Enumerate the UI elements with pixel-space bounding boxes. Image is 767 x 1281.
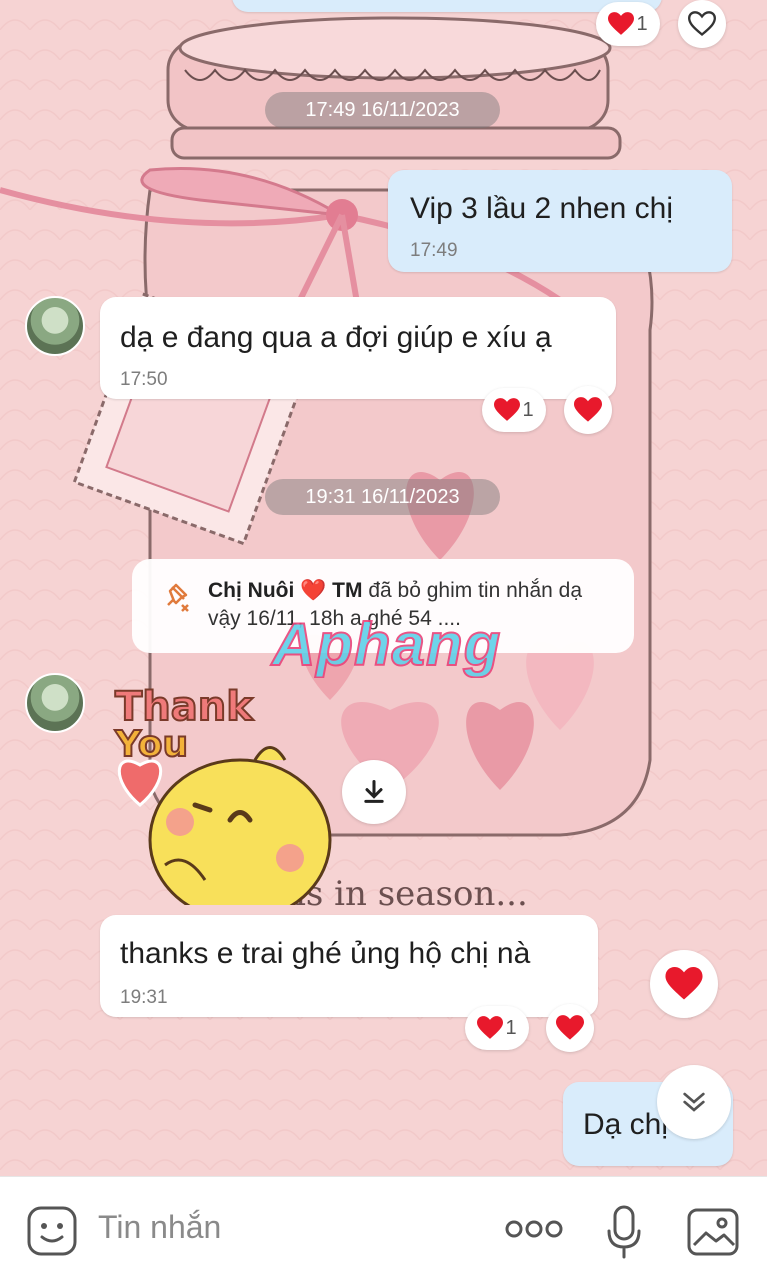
sender-name-suffix: TM bbox=[332, 579, 363, 602]
watermark: Aphang bbox=[271, 610, 502, 679]
date-separator-text: 19:31 16/11/2023 bbox=[305, 485, 460, 508]
download-icon bbox=[364, 779, 384, 803]
reaction-count-chip[interactable]: 1 bbox=[482, 388, 546, 432]
more-icon bbox=[505, 1220, 563, 1238]
avatar[interactable] bbox=[25, 673, 85, 733]
image-icon bbox=[687, 1208, 739, 1256]
avatar[interactable] bbox=[25, 296, 85, 356]
date-separator-text: 17:49 16/11/2023 bbox=[305, 98, 460, 121]
scroll-down-button[interactable] bbox=[657, 1065, 731, 1139]
incoming-message[interactable]: thanks e trai ghé ủng hộ chị nà 19:31 bbox=[100, 915, 598, 1017]
voice-button[interactable] bbox=[604, 1203, 644, 1263]
react-heart-outline-button[interactable] bbox=[678, 0, 726, 48]
partial-outgoing-bubble[interactable] bbox=[232, 0, 662, 12]
date-separator: 19:31 16/11/2023 bbox=[265, 479, 500, 515]
reaction-count-chip[interactable]: 1 bbox=[465, 1006, 529, 1050]
incoming-message[interactable]: dạ e đang qua a đợi giúp e xíu ạ 17:50 bbox=[100, 297, 616, 399]
microphone-icon bbox=[607, 1205, 641, 1259]
image-button[interactable] bbox=[686, 1205, 740, 1259]
heart-icon bbox=[494, 398, 521, 421]
message-time: 19:31 bbox=[120, 987, 168, 1008]
heart-icon bbox=[608, 12, 635, 35]
react-heart-button-large[interactable] bbox=[650, 950, 718, 1018]
message-text: dạ e đang qua a đợi giúp e xíu ạ bbox=[120, 321, 552, 354]
message-time: 17:50 bbox=[120, 369, 168, 390]
react-heart-button[interactable] bbox=[564, 386, 612, 434]
reaction-count: 1 bbox=[636, 12, 648, 35]
message-text: Dạ chị bbox=[583, 1108, 669, 1141]
more-button[interactable] bbox=[504, 1217, 564, 1241]
message-text: Vip 3 lầu 2 nhen chị bbox=[410, 192, 673, 225]
react-heart-button[interactable] bbox=[546, 1004, 594, 1052]
message-text: thanks e trai ghé ủng hộ chị nà bbox=[120, 937, 531, 970]
top-reaction-count-chip[interactable]: 1 bbox=[596, 2, 660, 46]
date-separator: 17:49 16/11/2023 bbox=[265, 92, 500, 128]
unpin-icon bbox=[167, 583, 189, 612]
sticker-message[interactable]: Thank You bbox=[105, 680, 335, 922]
scroll-down-icon bbox=[683, 1092, 705, 1112]
heart-icon bbox=[556, 1015, 584, 1040]
message-time: 17:49 bbox=[410, 240, 458, 261]
emoji-button[interactable] bbox=[26, 1205, 78, 1257]
sticker-text-line2: You bbox=[114, 723, 189, 766]
download-button[interactable] bbox=[342, 760, 406, 824]
heart-icon bbox=[574, 397, 602, 422]
message-composer: Tin nhắn bbox=[0, 1176, 767, 1281]
sender-name: Chị Nuôi bbox=[208, 579, 295, 602]
emoji-icon bbox=[27, 1206, 77, 1256]
heart-outline-icon bbox=[688, 11, 716, 37]
heart-icon bbox=[665, 967, 703, 1000]
reaction-count: 1 bbox=[505, 1016, 517, 1039]
heart-icon bbox=[477, 1016, 504, 1039]
reaction-count: 1 bbox=[522, 398, 534, 421]
outgoing-message[interactable]: Vip 3 lầu 2 nhen chị 17:49 bbox=[388, 170, 732, 272]
heart-emoji: ❤️ bbox=[300, 579, 327, 602]
message-input[interactable]: Tin nhắn bbox=[98, 1209, 221, 1246]
